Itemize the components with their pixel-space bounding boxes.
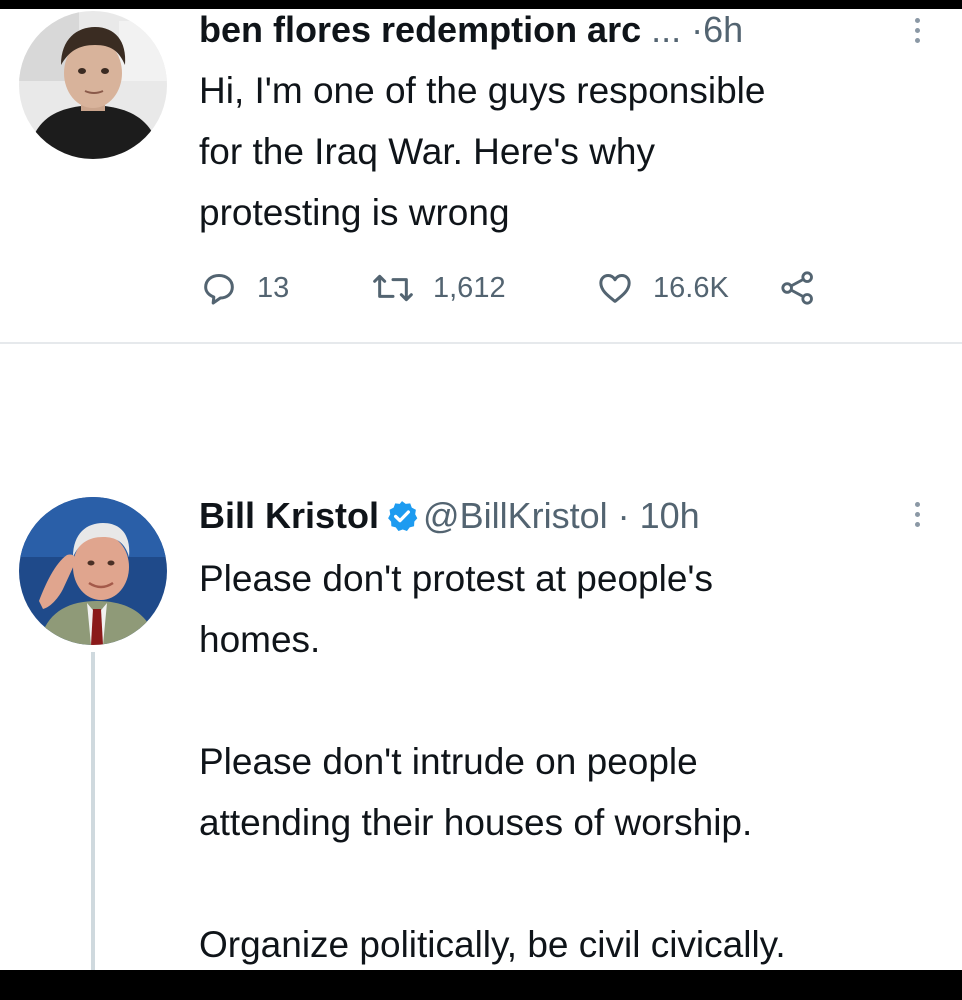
share-button[interactable] [777,266,819,310]
tweet-2-header: Bill Kristol @BillKristol · 10h [199,496,700,536]
display-name[interactable]: ben flores redemption arc [199,9,641,50]
timestamp[interactable]: 6h [703,9,743,50]
screenshot: ben flores redemption arc ... ·6h Hi, I'… [0,0,962,1000]
tweet-2-text: Please don't protest at people's homes. … [199,548,919,975]
more-icon[interactable] [912,502,922,527]
bottom-black-border [0,970,962,1000]
meta-separator: · [617,495,630,536]
tweet-text-line: Organize politically, be civil civically… [199,924,786,965]
reply-count: 13 [257,271,290,304]
retweet-icon [373,274,413,302]
retweet-count: 1,612 [433,271,506,304]
tweet-text-line: homes. [199,619,321,660]
tweet-actions: 13 1,612 16.6K [199,266,859,310]
verified-icon [388,501,418,532]
retweet-button[interactable]: 1,612 [371,266,506,310]
like-icon [599,274,631,303]
tweet-paragraph: Organize politically, be civil civically… [199,914,919,975]
thread-line [91,652,95,972]
meta-separator: · [691,9,704,50]
tweet-text-line: protesting is wrong [199,192,510,233]
tweet-text-line: for the Iraq War. Here's why [199,131,656,172]
more-icon[interactable] [912,18,922,43]
name-truncation: ... [651,9,682,50]
reply-icon [204,274,234,305]
tweet-paragraph: Please don't intrude on people attending… [199,731,919,853]
reply-button[interactable]: 13 [199,266,289,310]
tweet-divider [0,342,962,344]
tweet-text-line: Please don't intrude on people [199,741,698,782]
timestamp[interactable]: 10h [640,495,700,536]
like-count: 16.6K [653,271,729,304]
avatar-ben-flores[interactable] [19,11,167,159]
display-name[interactable]: Bill Kristol [199,495,379,536]
top-black-border [0,0,962,9]
tweet-text-line: attending their houses of worship. [199,802,753,843]
tweet-paragraph: Please don't protest at people's homes. [199,548,919,670]
tweet-text-line: Please don't protest at people's [199,558,713,599]
handle[interactable]: @BillKristol [423,495,608,536]
like-button[interactable]: 16.6K [595,266,729,310]
tweet-1-header: ben flores redemption arc ... ·6h [199,10,743,50]
tweet-text-line: Hi, I'm one of the guys responsible [199,70,766,111]
share-icon [781,271,813,305]
avatar-bill-kristol[interactable] [19,497,167,645]
tweet-1-text: Hi, I'm one of the guys responsible for … [199,60,919,243]
